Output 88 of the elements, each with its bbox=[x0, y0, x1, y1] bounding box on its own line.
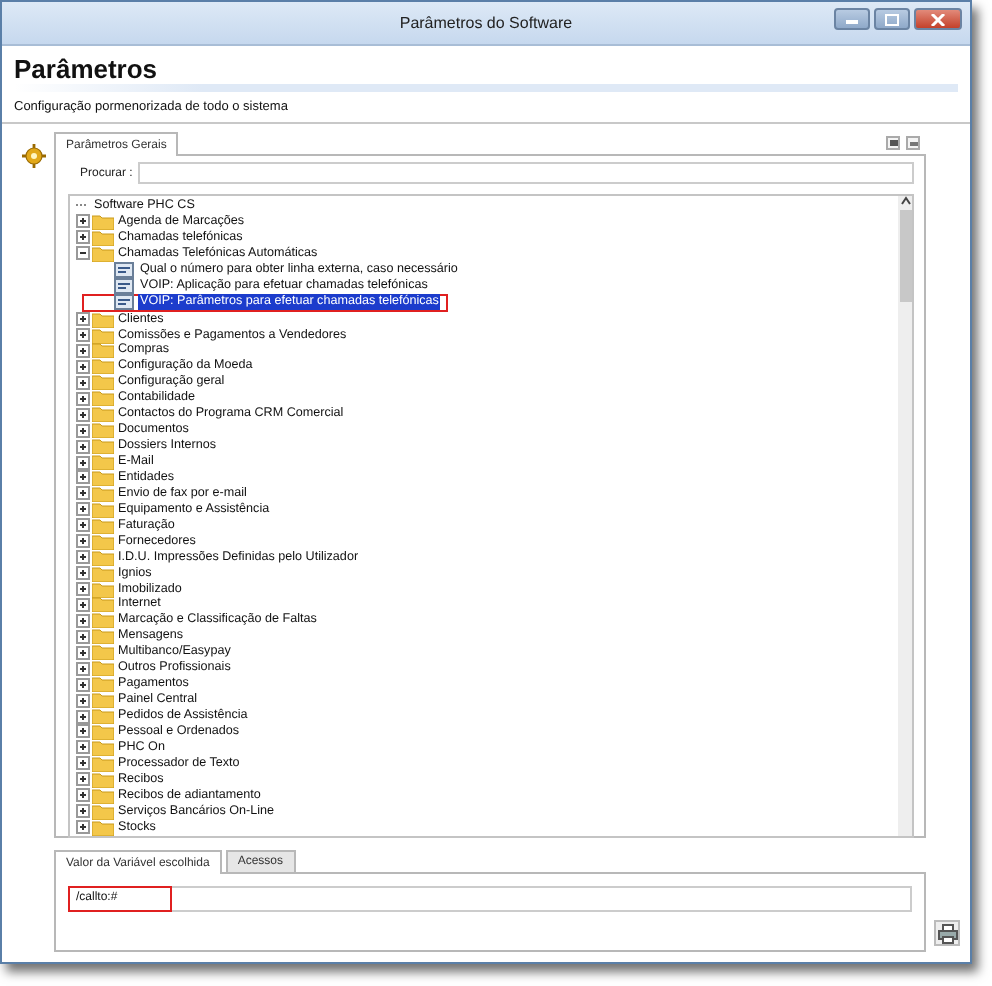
folder-icon bbox=[92, 342, 114, 359]
folder-icon bbox=[92, 438, 114, 455]
folder-icon bbox=[92, 422, 114, 439]
maximize-button[interactable] bbox=[874, 8, 910, 30]
expander-icon[interactable] bbox=[76, 677, 90, 692]
expander-icon[interactable] bbox=[76, 486, 90, 501]
folder-icon bbox=[92, 485, 114, 502]
expander-icon[interactable] bbox=[76, 566, 90, 581]
expander-icon[interactable] bbox=[76, 246, 90, 261]
expander-icon[interactable] bbox=[76, 407, 90, 422]
folder-icon bbox=[92, 771, 114, 788]
folder-icon bbox=[92, 723, 114, 740]
expander-icon[interactable] bbox=[76, 661, 90, 676]
expander-icon[interactable] bbox=[76, 582, 90, 597]
window-title: Parâmetros do Software bbox=[399, 14, 573, 32]
folder-icon bbox=[92, 327, 114, 344]
expander-icon[interactable] bbox=[76, 788, 90, 803]
folder-icon bbox=[92, 581, 114, 598]
expander-icon[interactable] bbox=[76, 375, 90, 390]
folder-icon bbox=[92, 517, 114, 534]
folder-icon bbox=[92, 596, 114, 613]
folder-icon bbox=[92, 787, 114, 804]
close-icon bbox=[930, 13, 946, 25]
expander-icon[interactable] bbox=[76, 502, 90, 517]
maximize-icon bbox=[884, 13, 900, 25]
parameter-icon bbox=[114, 294, 134, 311]
folder-icon bbox=[92, 406, 114, 423]
folder-icon bbox=[92, 390, 114, 407]
expander-icon[interactable] bbox=[76, 804, 90, 819]
expander-icon[interactable] bbox=[76, 613, 90, 628]
expander-icon[interactable] bbox=[76, 359, 90, 374]
folder-icon bbox=[92, 644, 114, 661]
folder-icon bbox=[92, 454, 114, 471]
folder-icon bbox=[92, 676, 114, 693]
minimize-icon bbox=[844, 15, 860, 23]
expander-icon[interactable] bbox=[76, 693, 90, 708]
expander-icon[interactable] bbox=[76, 645, 90, 660]
expander-icon[interactable] bbox=[76, 756, 90, 771]
folder-icon bbox=[92, 708, 114, 725]
folder-icon bbox=[92, 358, 114, 375]
folder-icon bbox=[92, 311, 114, 328]
expander-icon[interactable] bbox=[76, 312, 90, 327]
expander-icon[interactable] bbox=[76, 470, 90, 485]
folder-icon bbox=[92, 469, 114, 486]
folder-icon bbox=[92, 533, 114, 550]
folder-icon bbox=[92, 755, 114, 772]
expander-icon[interactable] bbox=[76, 518, 90, 533]
folder-icon bbox=[92, 549, 114, 566]
expander-icon[interactable] bbox=[76, 391, 90, 406]
folder-icon bbox=[92, 692, 114, 709]
expander-icon[interactable] bbox=[76, 724, 90, 739]
page-title: Parâmetros bbox=[14, 54, 160, 84]
folder-icon bbox=[92, 245, 114, 262]
expander-icon[interactable] bbox=[76, 214, 90, 229]
folder-icon bbox=[92, 739, 114, 756]
folder-icon bbox=[92, 501, 114, 518]
scrollbar[interactable] bbox=[898, 196, 912, 836]
expander-icon[interactable] bbox=[76, 597, 90, 612]
expander-icon[interactable] bbox=[76, 820, 90, 835]
expander-icon[interactable] bbox=[76, 709, 90, 724]
printer-button[interactable] bbox=[934, 920, 960, 946]
caret-icon bbox=[899, 196, 911, 206]
expander-icon[interactable] bbox=[76, 230, 90, 245]
expander-icon[interactable] bbox=[76, 328, 90, 343]
folder-icon bbox=[92, 628, 114, 645]
folder-icon bbox=[92, 213, 114, 230]
search-field[interactable] bbox=[138, 162, 914, 184]
folder-icon bbox=[92, 565, 114, 582]
folder-icon bbox=[92, 612, 114, 629]
expander-icon[interactable] bbox=[76, 629, 90, 644]
close-button[interactable] bbox=[914, 8, 962, 30]
parameter-icon bbox=[114, 261, 134, 278]
expander-icon[interactable] bbox=[76, 534, 90, 549]
expander-icon[interactable] bbox=[76, 423, 90, 438]
folder-icon bbox=[92, 819, 114, 836]
folder-icon bbox=[92, 374, 114, 391]
folder-icon bbox=[92, 803, 114, 820]
expander-icon[interactable] bbox=[76, 740, 90, 755]
expander-icon[interactable] bbox=[76, 772, 90, 787]
expander-icon[interactable] bbox=[76, 343, 90, 358]
folder-icon bbox=[92, 660, 114, 677]
folder-icon bbox=[92, 229, 114, 246]
parameter-icon bbox=[114, 277, 134, 294]
minimize-button[interactable] bbox=[834, 8, 870, 30]
expander-icon[interactable] bbox=[76, 550, 90, 565]
expander-icon[interactable] bbox=[76, 439, 90, 454]
expander-icon[interactable] bbox=[76, 455, 90, 470]
gear-icon bbox=[22, 144, 46, 168]
